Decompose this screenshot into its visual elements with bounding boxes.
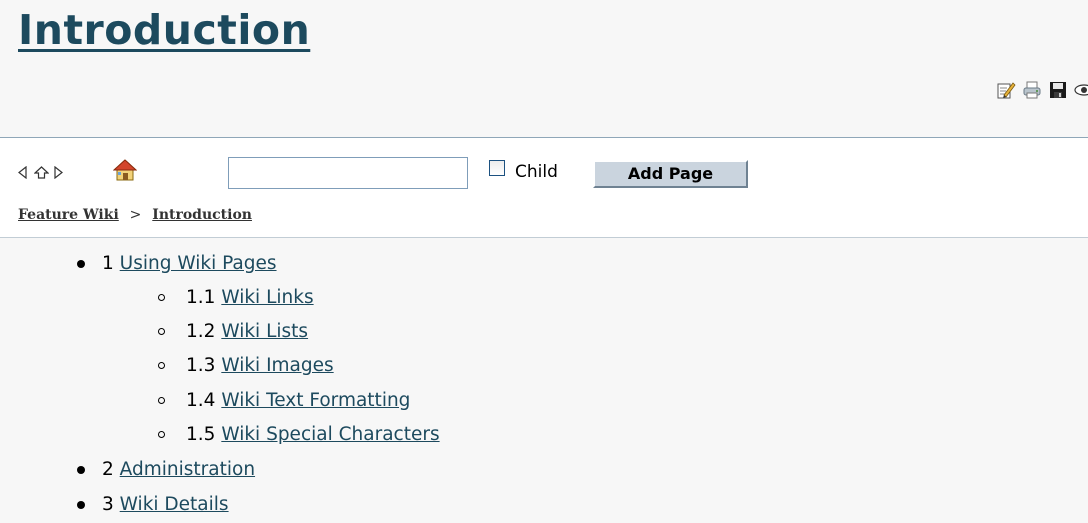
new-page-name-input[interactable] (228, 157, 468, 189)
toc-item-number: 1.5 (186, 423, 216, 445)
page-title[interactable]: Introduction (18, 6, 310, 54)
bullet (158, 294, 165, 301)
arrow-left-icon[interactable] (16, 166, 29, 179)
page-actions-toolbar (996, 80, 1088, 100)
breadcrumb-link-feature-wiki[interactable]: Feature Wiki (18, 207, 119, 223)
print-icon[interactable] (1022, 80, 1042, 100)
view-icon[interactable] (1074, 80, 1088, 100)
toc-item-number: 3 (102, 493, 114, 515)
navigation-panel: Child Add Page Feature Wiki > Introducti… (0, 137, 1088, 238)
breadcrumb: Feature Wiki > Introduction (18, 207, 252, 223)
toc-item-number: 2 (102, 458, 114, 480)
add-page-button[interactable]: Add Page (593, 160, 748, 188)
bullet (77, 500, 85, 509)
toc-link-wiki-images[interactable]: Wiki Images (221, 355, 333, 376)
breadcrumb-link-introduction[interactable]: Introduction (152, 207, 252, 223)
bullet (158, 362, 165, 370)
toc-item-number: 1.1 (186, 287, 216, 308)
home-icon[interactable] (112, 159, 138, 181)
toc-link-administration[interactable]: Administration (120, 459, 255, 480)
bullet (158, 328, 165, 336)
bullet (158, 430, 165, 438)
bullet (158, 396, 165, 404)
arrow-right-icon[interactable] (52, 166, 65, 179)
arrow-up-icon[interactable] (34, 166, 49, 179)
toc-link-wiki-special-characters[interactable]: Wiki Special Characters (221, 424, 439, 445)
page-navigation (16, 166, 65, 179)
toc-link-wiki-text-formatting[interactable]: Wiki Text Formatting (221, 390, 410, 411)
toc-link-using-wiki-pages[interactable]: Using Wiki Pages (120, 253, 277, 274)
save-icon[interactable] (1048, 80, 1068, 100)
edit-icon[interactable] (996, 80, 1016, 100)
toc-link-wiki-links[interactable]: Wiki Links (221, 287, 313, 308)
toc-link-wiki-lists[interactable]: Wiki Lists (221, 321, 308, 342)
child-checkbox[interactable] (489, 160, 505, 176)
bullet (77, 260, 85, 268)
child-label: Child (515, 162, 558, 182)
toc-item-number: 1.2 (186, 321, 216, 343)
toc-item-number: 1.3 (186, 355, 216, 377)
toc-item-number: 1 (102, 253, 114, 274)
toc-link-wiki-details[interactable]: Wiki Details (120, 494, 229, 515)
toc-item-number: 1.4 (186, 389, 216, 411)
bullet (77, 465, 85, 474)
breadcrumb-separator: > (129, 207, 142, 223)
